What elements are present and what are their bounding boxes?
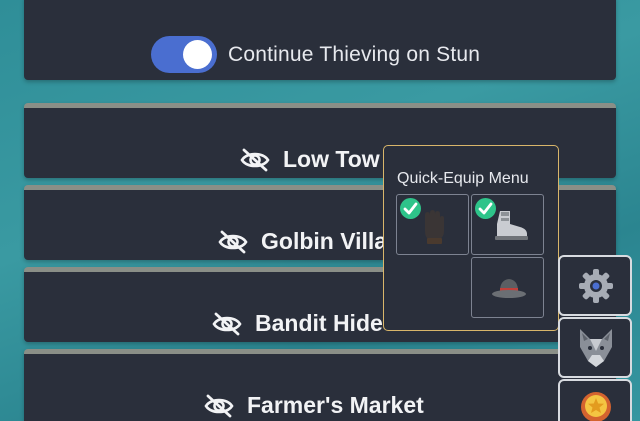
wolf-icon xyxy=(580,329,612,367)
gloves-icon xyxy=(425,210,444,244)
area-title: Bandit Hide xyxy=(211,310,383,337)
pet-button[interactable] xyxy=(558,317,632,378)
area-name: Low Tow xyxy=(283,146,380,172)
eye-slash-icon[interactable] xyxy=(217,230,249,254)
gear-icon xyxy=(579,269,613,303)
achievements-button[interactable] xyxy=(558,379,632,421)
continue-thieving-row: Continue Thieving on Stun xyxy=(151,36,480,73)
area-name: Golbin Villa xyxy=(261,228,388,254)
eye-slash-icon[interactable] xyxy=(239,148,271,172)
settings-button[interactable] xyxy=(558,255,632,316)
boots-icon xyxy=(495,211,528,240)
equip-slot-gloves[interactable] xyxy=(396,194,469,255)
area-title: Farmer's Market xyxy=(203,392,424,419)
continue-thieving-card: Continue Thieving on Stun xyxy=(24,0,616,80)
area-name: Farmer's Market xyxy=(247,392,424,418)
area-title: Golbin Villa xyxy=(217,228,387,255)
area-name: Bandit Hide xyxy=(255,310,383,336)
equipped-check-icon xyxy=(475,198,496,219)
continue-thieving-label: Continue Thieving on Stun xyxy=(228,42,481,66)
quick-equip-title: Quick-Equip Menu xyxy=(397,170,529,187)
continue-thieving-toggle[interactable] xyxy=(151,36,217,73)
equipped-check-icon xyxy=(400,198,421,219)
equip-slot-hat[interactable] xyxy=(471,257,544,318)
equip-slot-boots[interactable] xyxy=(471,194,544,255)
toggle-knob xyxy=(183,40,212,69)
eye-slash-icon[interactable] xyxy=(203,394,235,418)
medal-icon xyxy=(581,392,611,421)
quick-equip-menu: Quick-Equip Menu xyxy=(383,145,559,331)
hat-icon xyxy=(492,279,526,298)
area-title: Low Tow xyxy=(239,146,380,173)
area-card-farmers-market[interactable]: Farmer's Market xyxy=(24,349,616,421)
eye-slash-icon[interactable] xyxy=(211,312,243,336)
